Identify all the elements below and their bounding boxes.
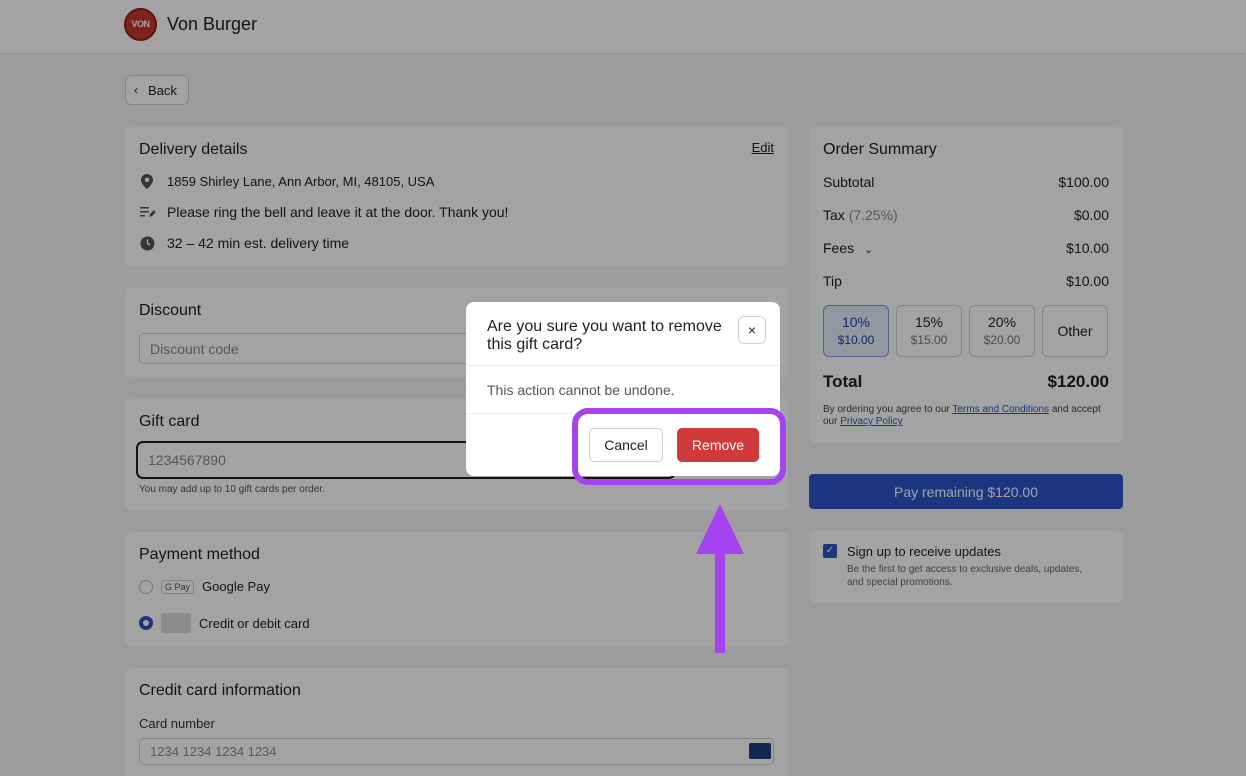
close-icon[interactable]: × [738,316,766,344]
annotation-arrow-icon [696,504,744,653]
dialog-title: Are you sure you want to remove this gif… [487,318,722,353]
annotation-highlight-box [572,408,786,485]
dialog-divider [466,365,780,366]
dialog-body: This action cannot be undone. [487,382,675,398]
